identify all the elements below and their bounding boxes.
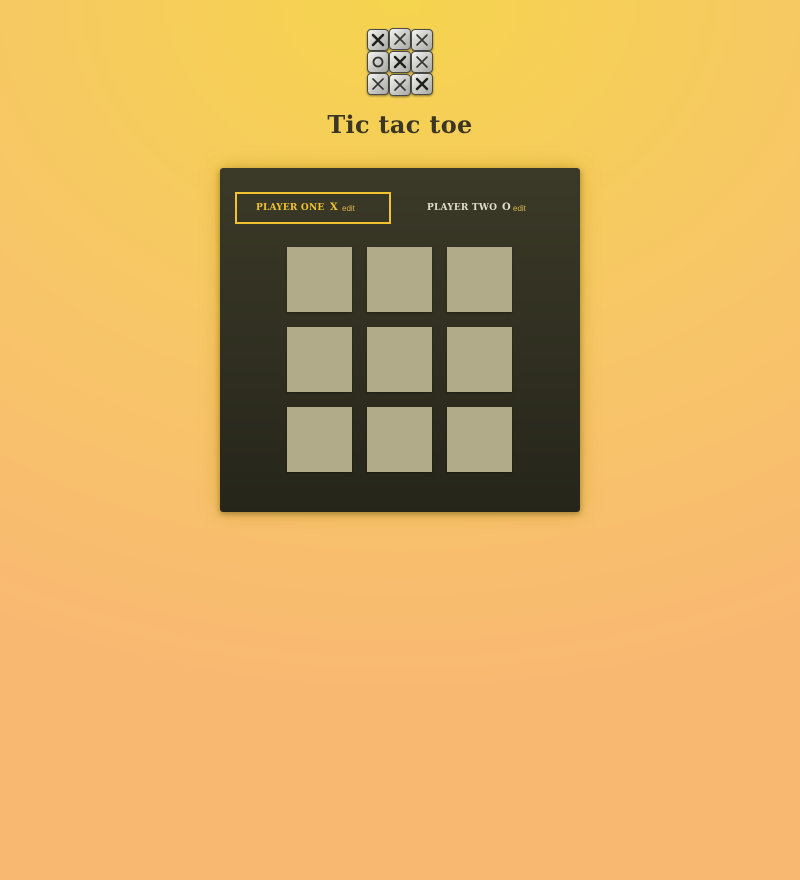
board-cell-5[interactable] — [367, 327, 432, 392]
player-two-symbol: O — [502, 202, 511, 213]
player-two-name: PLAYER TWO — [427, 203, 498, 213]
board-cell-9[interactable] — [447, 407, 512, 472]
board-cell-6[interactable] — [447, 327, 512, 392]
logo-tile-x-icon — [389, 74, 411, 96]
player-two-edit-button[interactable]: edit — [513, 204, 526, 213]
board-cell-1[interactable] — [287, 247, 352, 312]
board-cell-7[interactable] — [287, 407, 352, 472]
player-one-symbol: X — [330, 202, 338, 213]
logo-tile-x-icon — [411, 73, 433, 95]
logo-tile-x-icon — [411, 51, 433, 73]
tic-tac-toe-logo-icon — [367, 27, 433, 97]
game-panel: PLAYER ONE X edit PLAYER TWO O edit — [220, 168, 580, 512]
logo-tile-o-icon — [367, 51, 389, 73]
board-cell-2[interactable] — [367, 247, 432, 312]
player-two-card: PLAYER TWO O edit — [405, 192, 561, 224]
page-title: Tic tac toe — [327, 110, 473, 139]
player-one-card: PLAYER ONE X edit — [235, 192, 391, 224]
game-board — [287, 247, 513, 473]
board-cell-8[interactable] — [367, 407, 432, 472]
logo-tile-x-icon — [389, 28, 411, 50]
board-cell-4[interactable] — [287, 327, 352, 392]
logo-tile-x-icon — [367, 29, 389, 51]
logo-tile-x-icon — [367, 73, 389, 95]
board-cell-3[interactable] — [447, 247, 512, 312]
logo-tile-x-icon — [411, 29, 433, 51]
player-one-name: PLAYER ONE — [256, 203, 325, 213]
logo-tile-x-icon — [389, 51, 411, 73]
player-one-edit-button[interactable]: edit — [342, 204, 355, 213]
